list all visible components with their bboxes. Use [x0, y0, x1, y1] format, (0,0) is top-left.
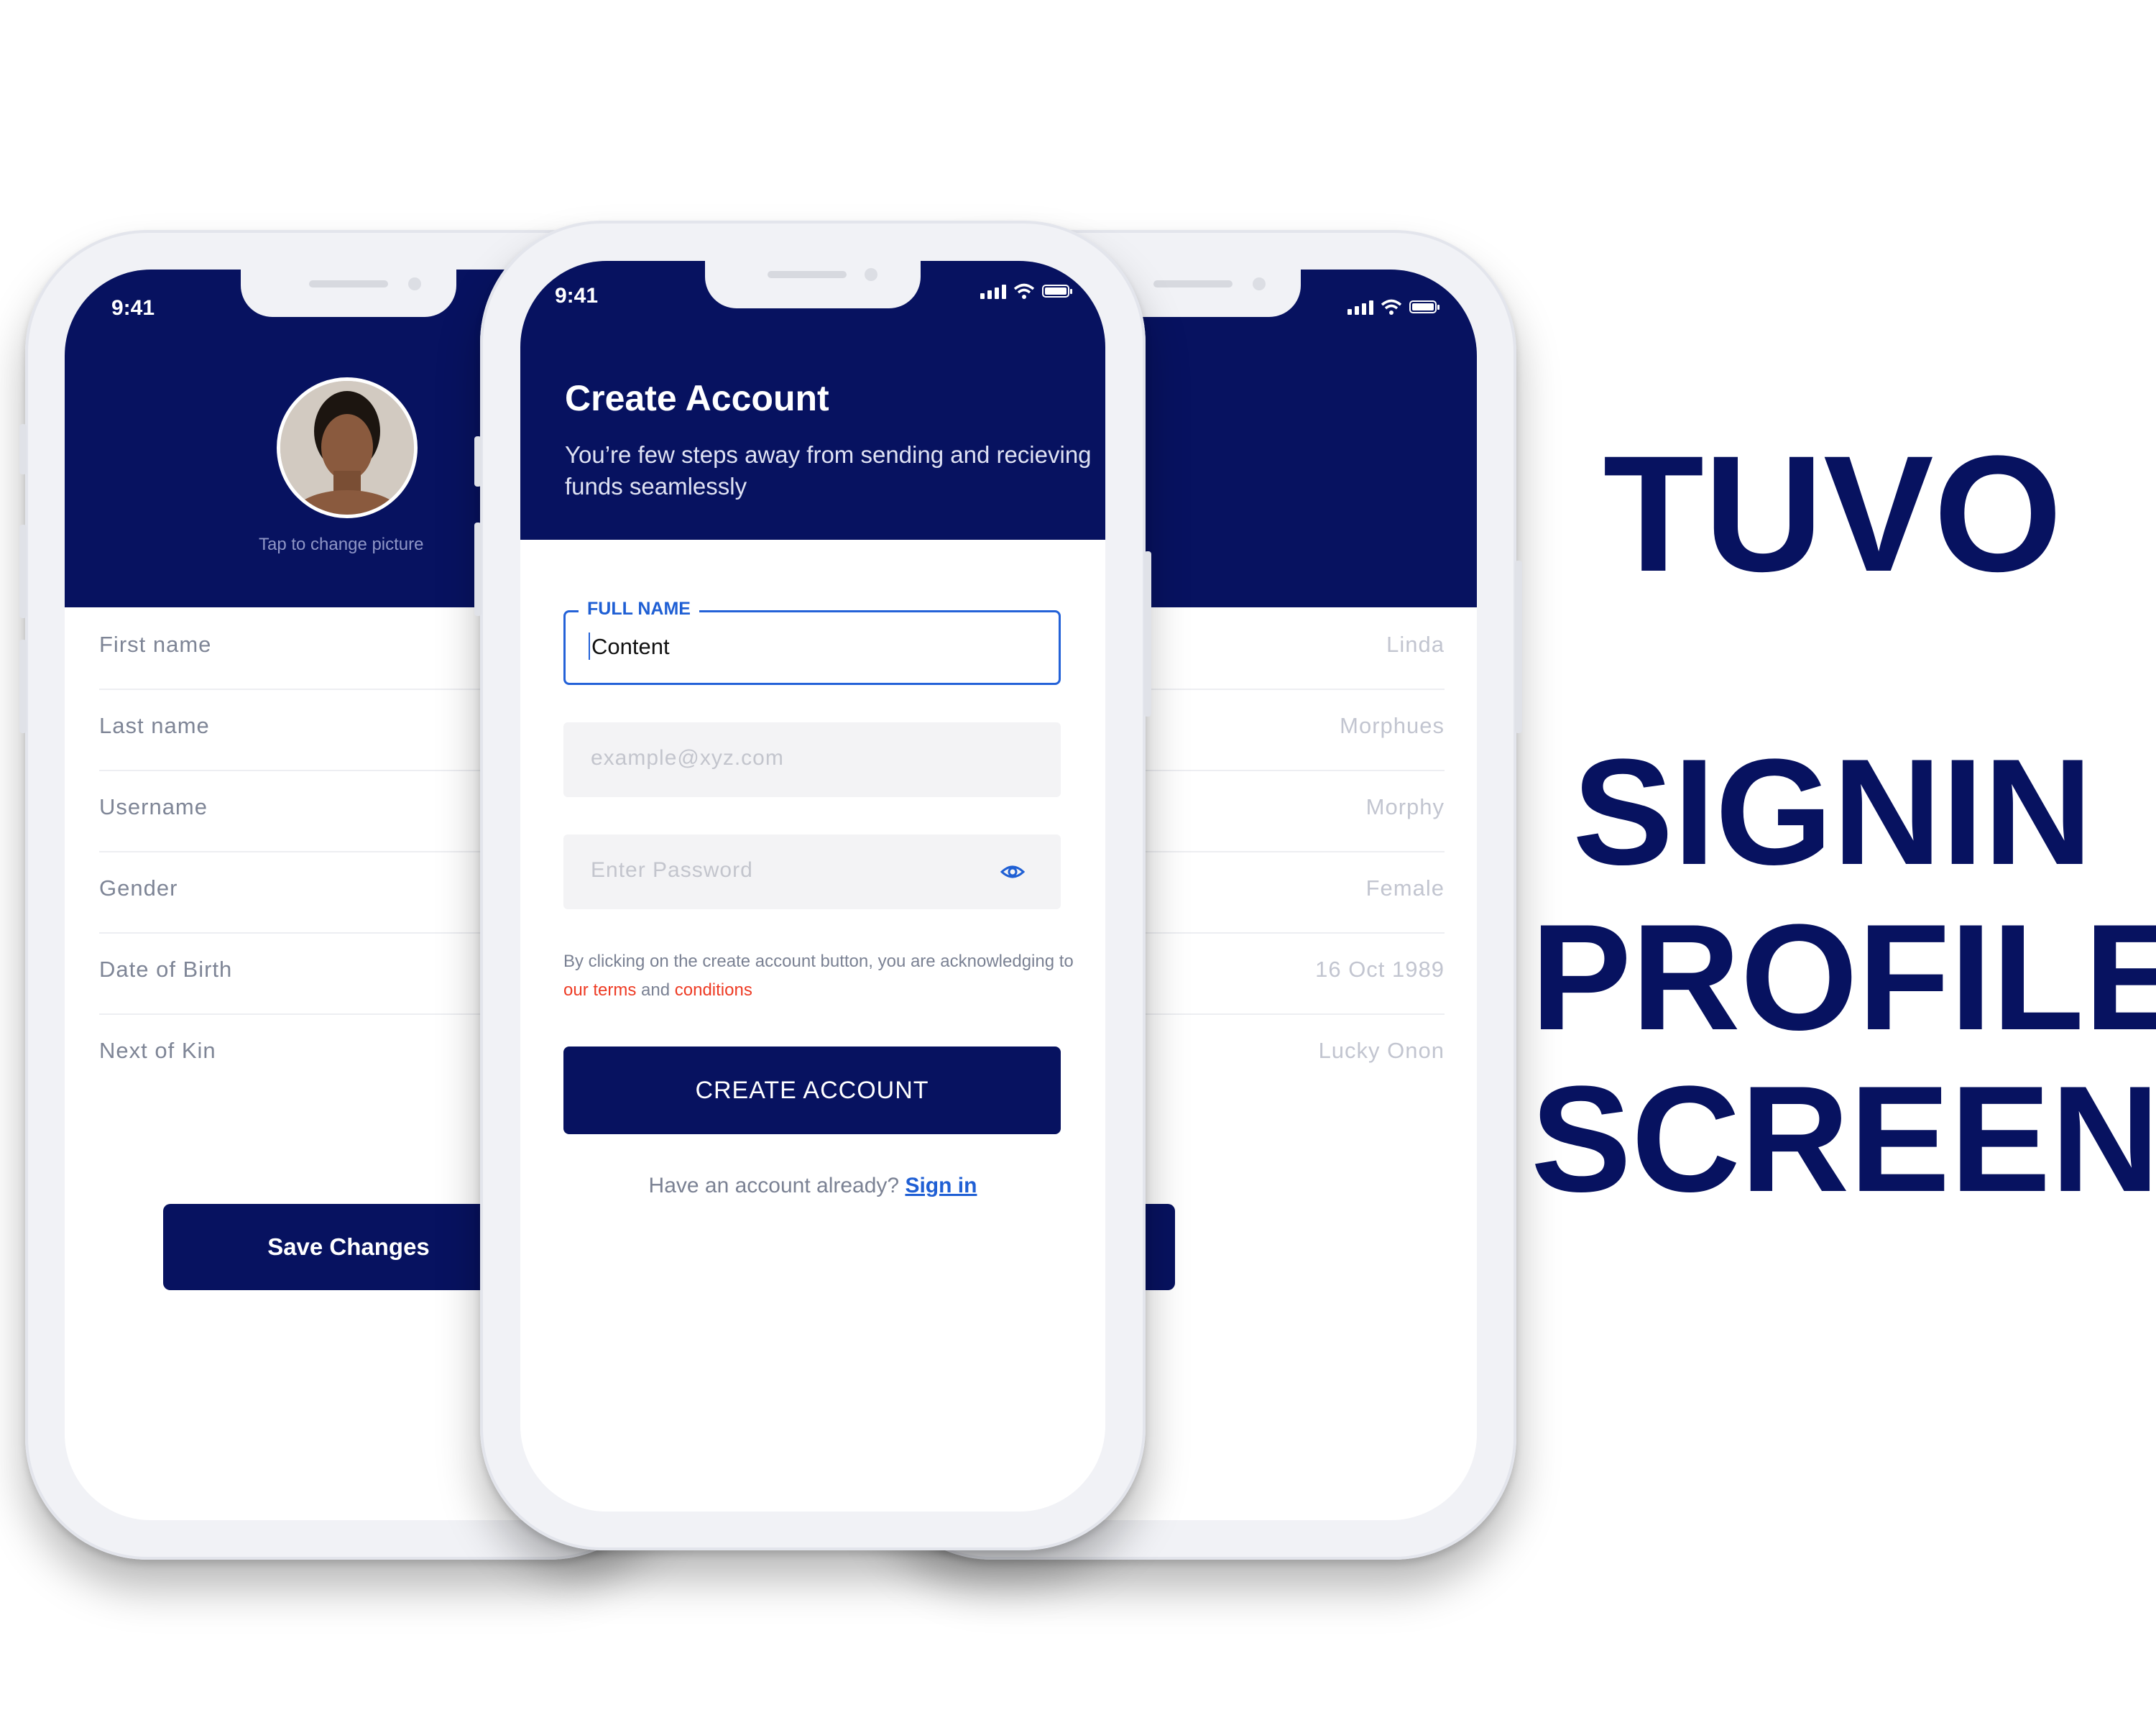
password-placeholder: Enter Password: [591, 858, 753, 882]
wifi-icon: [1381, 299, 1402, 315]
page-subtitle: You’re few steps away from sending and r…: [565, 441, 1092, 500]
avatar[interactable]: [277, 377, 418, 518]
text-caret: [589, 632, 590, 660]
create-account-screen: 9:41 Create Account You’re few steps awa…: [520, 261, 1105, 1512]
headline-screen: SCREEN: [1531, 1054, 2156, 1223]
create-account-button[interactable]: CREATE ACCOUNT: [563, 1046, 1061, 1134]
page-title: Create Account: [565, 378, 829, 418]
status-time: 9:41: [555, 284, 599, 308]
full-name-legend: FULL NAME: [579, 599, 699, 620]
tap-to-change-label[interactable]: Tap to change picture: [259, 535, 424, 555]
sign-in-link[interactable]: Sign in: [905, 1174, 977, 1197]
wifi-icon: [1013, 283, 1035, 299]
phone-center: 9:41 Create Account You’re few steps awa…: [474, 221, 1151, 1550]
terms-text: By clicking on the create account button…: [563, 952, 1074, 1000]
full-name-value: Content: [591, 634, 670, 659]
eye-icon[interactable]: [1000, 860, 1025, 883]
status-time: 9:41: [111, 296, 155, 320]
save-changes-button[interactable]: Save Changes: [163, 1204, 534, 1290]
password-field[interactable]: Enter Password: [563, 834, 1061, 909]
headline-signin: SIGNIN: [1572, 727, 2093, 896]
battery-icon: [1042, 285, 1072, 298]
have-account-text: Have an account already? Sign in: [648, 1174, 977, 1197]
status-icons: [980, 282, 1072, 300]
terms-link[interactable]: our terms: [563, 980, 636, 1000]
headline-profile: PROFILE: [1531, 893, 2156, 1062]
email-field[interactable]: example@xyz.com: [563, 722, 1061, 797]
full-name-field[interactable]: FULL NAME Content: [563, 599, 1061, 685]
status-icons: [1348, 298, 1439, 316]
brand-title: TUVO: [1603, 421, 2063, 606]
battery-icon: [1409, 300, 1439, 313]
conditions-link[interactable]: conditions: [675, 980, 752, 1000]
email-placeholder: example@xyz.com: [591, 746, 784, 770]
